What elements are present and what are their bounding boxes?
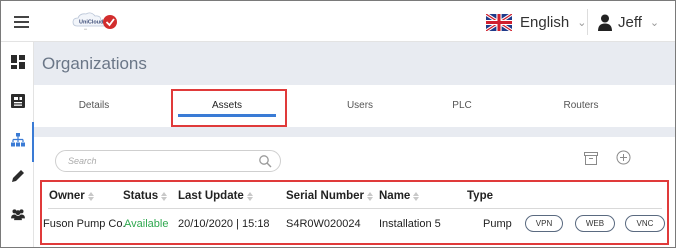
tab-users[interactable]: Users: [347, 100, 373, 111]
user-icon: [598, 14, 612, 31]
main-content: Organizations Details Assets Users PLC R…: [34, 42, 675, 247]
dashboard-icon[interactable]: [11, 55, 25, 69]
tab-routers[interactable]: Routers: [563, 100, 598, 111]
device-icon[interactable]: [11, 94, 25, 108]
tab-details[interactable]: Details: [79, 100, 110, 111]
add-icon[interactable]: [616, 150, 631, 165]
language-label: English: [520, 13, 570, 31]
table-highlight: [40, 180, 669, 245]
search-input[interactable]: Search: [55, 150, 281, 172]
pencil-icon[interactable]: [11, 169, 25, 183]
search-icon[interactable]: [258, 154, 272, 168]
svg-text:•••: •••: [84, 27, 87, 31]
chevron-down-icon: ⌄: [577, 16, 587, 29]
assets-tab-highlight: [171, 89, 287, 127]
chevron-down-icon: ⌄: [649, 16, 660, 29]
archive-icon[interactable]: [584, 152, 598, 165]
logo-text: UniCloud: [79, 20, 103, 26]
uk-flag-icon: [486, 13, 512, 31]
app-window: UniCloud ••• English ⌄ Jeff ⌄ Organizati…: [0, 0, 676, 248]
org-tree-icon[interactable]: [11, 133, 25, 147]
user-menu[interactable]: Jeff ⌄: [598, 11, 659, 33]
user-name: Jeff: [618, 13, 642, 31]
divider: [587, 9, 588, 35]
assets-panel: Search Owner Status Last Update Serial N…: [34, 137, 675, 247]
menu-icon[interactable]: [14, 16, 29, 28]
tab-bar: Details Assets Users PLC Routers: [34, 85, 675, 127]
search-placeholder: Search: [68, 156, 97, 166]
language-selector[interactable]: English ⌄: [486, 12, 586, 32]
tab-plc[interactable]: PLC: [452, 100, 471, 111]
logo[interactable]: UniCloud •••: [71, 10, 121, 34]
page-title: Organizations: [42, 54, 147, 73]
sidebar: [1, 42, 34, 247]
top-bar: UniCloud ••• English ⌄ Jeff ⌄: [1, 1, 675, 42]
users-icon[interactable]: [11, 207, 25, 221]
